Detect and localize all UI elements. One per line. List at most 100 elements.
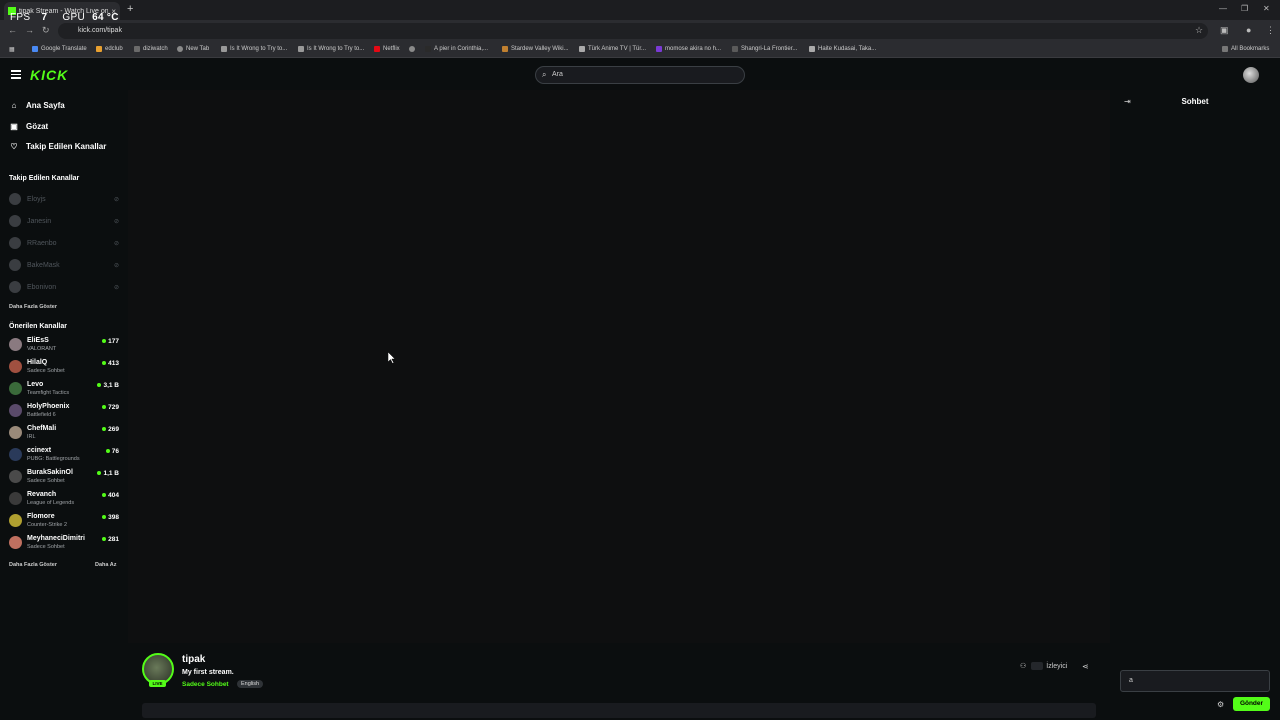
search-input[interactable]: ⌕ Ara bbox=[535, 66, 745, 84]
channel-avatar bbox=[9, 338, 22, 351]
bookmark-item[interactable]: Netflix bbox=[374, 46, 400, 52]
hamburger-menu-icon[interactable] bbox=[11, 70, 21, 79]
reload-icon[interactable]: ↻ bbox=[42, 25, 50, 36]
recommended-channel[interactable]: EliEsS VALORANT 177 bbox=[9, 337, 121, 357]
profile-icon[interactable]: ● bbox=[1246, 25, 1251, 35]
viewer-count: 413 bbox=[102, 360, 119, 367]
followed-channel[interactable]: Ebonivon ⊘ bbox=[9, 280, 121, 294]
bookmark-item[interactable]: edclub bbox=[96, 46, 123, 52]
show-less[interactable]: Daha Az bbox=[95, 562, 117, 568]
recommended-channel[interactable]: BurakSakinOl Sadece Sohbet 1,1 B bbox=[9, 469, 121, 489]
bookmark-item[interactable]: Türk Anime TV | Tür... bbox=[579, 46, 646, 52]
site-header: KICK ⌕ Ara bbox=[0, 58, 1280, 90]
bookmarks-bar: ▦ Google Translate edclub diziwatch New … bbox=[0, 42, 1280, 58]
bookmark-item[interactable]: Haite Kudasai, Taka... bbox=[809, 46, 876, 52]
viewers-icon: ⚇ bbox=[1020, 663, 1027, 670]
send-button[interactable]: Gönder bbox=[1233, 697, 1270, 711]
bookmark-item[interactable]: New Tab bbox=[177, 46, 209, 52]
viewers-label: İzleyici bbox=[1046, 662, 1068, 670]
show-more-recommended[interactable]: Daha Fazla Göster bbox=[9, 562, 57, 568]
share-icon[interactable]: ⋖ bbox=[1082, 662, 1089, 671]
bookmark-item[interactable]: Shangri-La Frontier... bbox=[732, 46, 797, 52]
recommended-channel[interactable]: MeyhaneciDimitri Sadece Sohbet 281 bbox=[9, 535, 121, 555]
live-dot-icon bbox=[102, 405, 107, 410]
window-close-icon[interactable]: ✕ bbox=[1263, 4, 1270, 13]
followed-channel[interactable]: Eloyjs ⊘ bbox=[9, 192, 121, 206]
recommended-channel[interactable]: HilalQ Sadece Sohbet 413 bbox=[9, 359, 121, 379]
bookmark-item[interactable]: Google Translate bbox=[32, 46, 87, 52]
stream-title: My first stream. bbox=[182, 669, 234, 676]
recommended-channel[interactable]: ccinext PUBG: Battlegrounds 76 bbox=[9, 447, 121, 467]
minimize-icon[interactable]: — bbox=[1219, 4, 1227, 13]
channel-category: Sadece Sohbet bbox=[27, 478, 65, 484]
viewer-count: 729 bbox=[102, 404, 119, 411]
followed-channel[interactable]: BakeMask ⊘ bbox=[9, 258, 121, 272]
followed-channel[interactable]: RRaenbo ⊘ bbox=[9, 236, 121, 250]
chat-title: Sohbet bbox=[1181, 97, 1209, 106]
live-dot-icon bbox=[102, 361, 107, 366]
nav-home[interactable]: ⌂ Ana Sayfa bbox=[9, 101, 65, 110]
menu-dots-icon[interactable]: ⋮ bbox=[1266, 25, 1275, 36]
recommended-channel[interactable]: Flomore Counter-Strike 2 398 bbox=[9, 513, 121, 533]
recommended-title: Önerilen Kanallar bbox=[9, 323, 67, 330]
channel-category: PUBG: Battlegrounds bbox=[27, 456, 80, 462]
viewer-count: 398 bbox=[102, 514, 119, 521]
nav-following[interactable]: ♡ Takip Edilen Kanallar bbox=[9, 142, 106, 151]
bookmark-item[interactable]: momose akira no h... bbox=[656, 46, 721, 52]
extensions-icon[interactable]: ▣ bbox=[1220, 25, 1229, 36]
channel-avatar bbox=[9, 404, 22, 417]
channel-avatar bbox=[9, 426, 22, 439]
nav-browse[interactable]: ▣ Gözat bbox=[9, 122, 48, 131]
bookmark-item[interactable]: Is It Wrong to Try to... bbox=[221, 46, 287, 52]
chat-panel: ⇥ Sohbet a ⚙ Gönder bbox=[1110, 90, 1280, 720]
followed-title: Takip Edilen Kanallar bbox=[9, 175, 80, 182]
viewer-count: ⚇ İzleyici bbox=[1020, 662, 1067, 670]
channel-category: Counter-Strike 2 bbox=[27, 522, 68, 528]
channel-category: VALORANT bbox=[27, 346, 57, 352]
recommended-channel[interactable]: Levo Teamfight Tactics 3,1 B bbox=[9, 381, 121, 401]
channel-name: BurakSakinOl bbox=[27, 469, 73, 476]
restore-icon[interactable]: ❐ bbox=[1241, 4, 1248, 13]
gear-icon[interactable]: ⚙ bbox=[1217, 700, 1224, 709]
live-dot-icon bbox=[97, 383, 102, 388]
recommended-channel[interactable]: ChefMali IRL 269 bbox=[9, 425, 121, 445]
live-badge: LIVE bbox=[149, 680, 166, 687]
forward-icon[interactable]: → bbox=[25, 25, 34, 35]
bookmark-item[interactable]: A pier in Corinthia,... bbox=[425, 46, 488, 52]
chat-input-value: a bbox=[1129, 677, 1133, 684]
offline-icon: ⊘ bbox=[113, 262, 119, 269]
bookmark-item[interactable]: diziwatch bbox=[134, 46, 168, 52]
live-dot-icon bbox=[102, 339, 107, 344]
apps-icon[interactable]: ▦ bbox=[9, 46, 15, 53]
chat-input[interactable]: a bbox=[1120, 670, 1270, 692]
channel-name[interactable]: tipak bbox=[182, 654, 205, 665]
video-player[interactable] bbox=[128, 90, 1110, 643]
offline-icon: ⊘ bbox=[113, 240, 119, 247]
user-avatar[interactable] bbox=[1243, 67, 1259, 83]
channel-name: ChefMali bbox=[27, 425, 57, 432]
bookmark-item[interactable]: Stardew Valley Wiki... bbox=[502, 46, 569, 52]
performance-overlay: FPS 7 GPU 64 °C bbox=[10, 12, 131, 23]
fps-label: FPS bbox=[10, 12, 31, 23]
fps-value: 7 bbox=[41, 12, 48, 23]
live-dot-icon bbox=[102, 537, 107, 542]
kick-logo[interactable]: KICK bbox=[30, 67, 68, 83]
all-bookmarks[interactable]: All Bookmarks bbox=[1222, 46, 1269, 52]
back-icon[interactable]: ← bbox=[8, 25, 17, 35]
url-field[interactable]: kick.com/tipak bbox=[58, 23, 1208, 39]
stream-category[interactable]: Sadece Sohbet bbox=[182, 681, 229, 688]
recommended-channel[interactable]: HolyPhoenix Battlefield 6 729 bbox=[9, 403, 121, 423]
offline-icon: ⊘ bbox=[113, 218, 119, 225]
live-dot-icon bbox=[102, 427, 107, 432]
channel-category: IRL bbox=[27, 434, 36, 440]
followed-channel[interactable]: Janesin ⊘ bbox=[9, 214, 121, 228]
bookmark-item[interactable]: Is It Wrong to Try to... bbox=[298, 46, 364, 52]
language-tag[interactable]: English bbox=[237, 680, 264, 688]
bookmark-item[interactable] bbox=[409, 46, 418, 52]
recommended-channel[interactable]: Revanch League of Legends 404 bbox=[9, 491, 121, 511]
bookmark-star-icon[interactable]: ☆ bbox=[1195, 25, 1203, 36]
channel-avatar bbox=[9, 382, 22, 395]
sidebar: ⌂ Ana Sayfa ▣ Gözat ♡ Takip Edilen Kanal… bbox=[0, 90, 128, 720]
live-dot-icon bbox=[97, 471, 102, 476]
show-more-followed[interactable]: Daha Fazla Göster bbox=[9, 304, 57, 310]
